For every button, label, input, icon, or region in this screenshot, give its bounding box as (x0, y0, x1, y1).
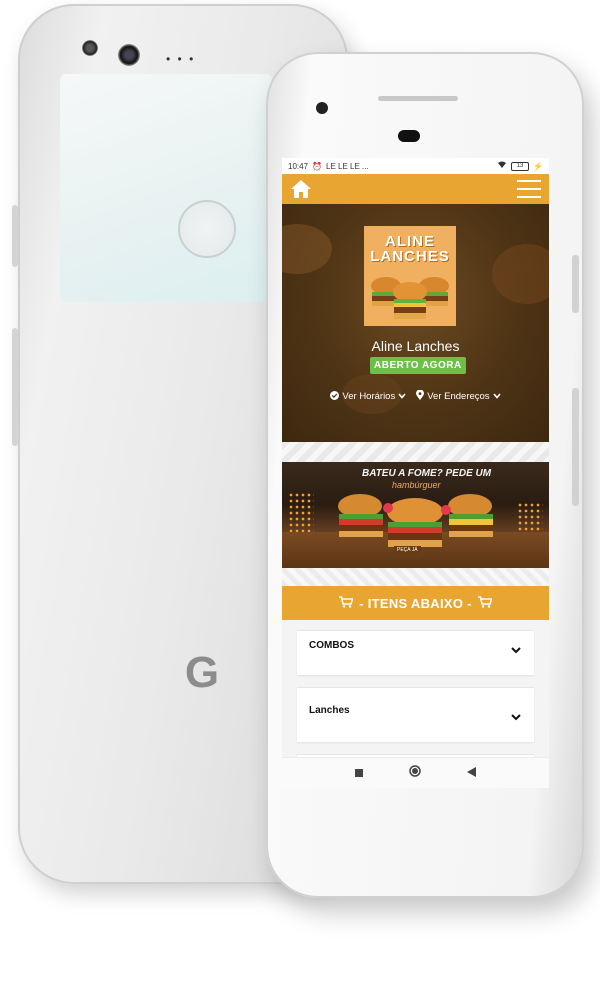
logo-line-1: ALINE (385, 233, 435, 250)
chevron-down-icon (398, 391, 406, 402)
alarm-icon: ⏰ (312, 161, 322, 171)
earpiece-speaker (378, 96, 458, 101)
store-info-links: Ver Horários Ver Endereços (282, 389, 549, 403)
status-badge: ABERTO AGORA (370, 357, 466, 374)
items-section-title: - ITENS ABAIXO - (359, 595, 472, 611)
proximity-sensor (398, 130, 420, 142)
back-glass-panel (60, 74, 272, 302)
cart-icon (477, 595, 493, 611)
sensor-dots-icon: • • • (166, 52, 196, 66)
hamburger-menu-icon[interactable] (517, 180, 541, 198)
back-phone-power-button (12, 205, 18, 267)
charging-icon: ⚡ (533, 161, 543, 171)
cart-icon (339, 595, 354, 611)
check-circle-icon (330, 390, 340, 403)
chevron-down-icon (510, 643, 522, 655)
hours-link[interactable]: Ver Horários (330, 390, 406, 403)
items-section-header: - ITENS ABAIXO - (282, 586, 549, 620)
background-food-image (492, 244, 549, 304)
front-phone-volume-button (572, 388, 579, 506)
decorative-pattern (282, 442, 549, 462)
banner-cta: PEÇA JÁ (394, 546, 421, 554)
category-list: COMBOS Lanches (282, 620, 549, 767)
map-pin-icon (416, 389, 425, 403)
promo-banner[interactable]: BATEU A FOME? PEDE UM hambúrguer PEÇA JÁ (282, 462, 549, 568)
chevron-down-icon (492, 391, 501, 402)
rear-camera-icon (118, 44, 140, 66)
status-bar: 10:47 ⏰ LE LE LE ... 13 ⚡ (282, 158, 549, 174)
android-nav-bar (282, 757, 549, 788)
battery-icon: 13 (511, 161, 530, 171)
store-name: Aline Lanches (371, 338, 460, 354)
store-hero: ALINE LANCHES Aline Lanches ABERTO AGORA (282, 204, 549, 442)
burger-icon (371, 277, 449, 319)
hours-link-label: Ver Horários (342, 391, 396, 402)
category-label: COMBOS (309, 640, 354, 651)
store-logo: ALINE LANCHES (364, 226, 456, 326)
chevron-down-icon (510, 710, 522, 722)
background-food-image (282, 224, 332, 274)
back-nav-icon[interactable] (467, 764, 476, 782)
home-nav-icon[interactable] (409, 764, 421, 782)
top-app-bar (282, 174, 549, 204)
home-icon[interactable] (290, 179, 312, 199)
google-logo: G (184, 648, 220, 697)
fingerprint-sensor-icon (178, 200, 236, 258)
banner-burgers-image (338, 494, 493, 547)
logo-line-2: LANCHES (370, 248, 450, 265)
banner-headline: BATEU A FOME? PEDE UM (362, 468, 492, 479)
front-phone-power-button (572, 255, 579, 313)
rear-flash-icon (82, 40, 98, 56)
phone-screen: 10:47 ⏰ LE LE LE ... 13 ⚡ ALINE LANCHES (282, 158, 549, 788)
address-link-label: Ver Endereços (427, 391, 490, 402)
category-item-combos[interactable]: COMBOS (297, 630, 534, 675)
wifi-icon (497, 161, 507, 171)
address-link[interactable]: Ver Endereços (416, 389, 501, 403)
front-camera-icon (316, 102, 328, 114)
category-label: Lanches (309, 705, 350, 716)
category-item-lanches[interactable]: Lanches (297, 687, 534, 742)
decorative-pattern (282, 568, 549, 586)
back-phone-volume-button (12, 328, 18, 446)
status-indicators: LE LE LE ... (326, 161, 369, 171)
status-time: 10:47 (288, 161, 309, 171)
recent-apps-icon[interactable] (355, 764, 363, 782)
